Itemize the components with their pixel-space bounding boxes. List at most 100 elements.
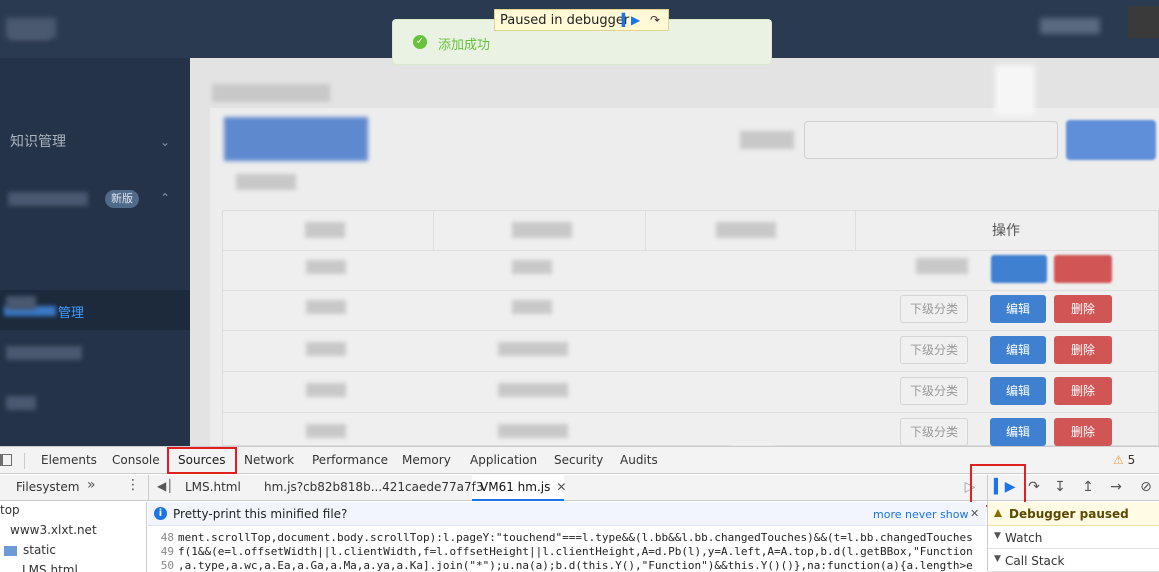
- tab-network[interactable]: Network: [244, 453, 294, 467]
- file-tab-lms[interactable]: LMS.html: [185, 480, 241, 494]
- sidebar-blurred-text[interactable]: [6, 296, 36, 310]
- code-text: ,a.type,a.wc,a.Ea,a.Ga,a.Ma,a.ya,a.Ka].j…: [178, 559, 973, 572]
- file-tab-label: VM61 hm.js: [480, 480, 551, 494]
- delete-button[interactable]: 删除: [1054, 377, 1112, 405]
- paused-banner-text: Paused in debugger: [500, 13, 630, 28]
- search-input[interactable]: [804, 121, 1058, 159]
- file-tab-hm[interactable]: hm.js?cb82b818b...421caede77a7f3: [264, 480, 484, 494]
- tree-item-label: static: [23, 543, 56, 557]
- step-over-icon[interactable]: ↷: [1024, 479, 1044, 495]
- delete-button[interactable]: 删除: [1054, 418, 1112, 446]
- sidebar-blurred-text: [8, 192, 88, 206]
- code-line: 49 f(1&&(e=l.offsetWidth||l.clientWidth,f…: [148, 545, 973, 559]
- step-icon[interactable]: →: [1106, 479, 1126, 495]
- edit-button[interactable]: 编辑: [990, 336, 1046, 364]
- check-circle-icon: ✓: [413, 35, 427, 49]
- sub-category-button[interactable]: 下级分类: [900, 418, 968, 446]
- table-cell: [498, 342, 568, 356]
- table-row-divider: [222, 412, 1159, 413]
- device-toggle-icon[interactable]: [0, 454, 12, 466]
- tree-item[interactable]: LMS.html: [22, 560, 78, 572]
- username-blurred[interactable]: [1040, 18, 1100, 34]
- sub-category-button[interactable]: 下级分类: [900, 295, 968, 323]
- table-header-cell: [305, 222, 345, 238]
- step-out-icon[interactable]: ↥: [1078, 479, 1098, 495]
- blur-artifact: [995, 65, 1035, 115]
- tab-elements[interactable]: Elements: [41, 453, 97, 467]
- tab-memory[interactable]: Memory: [402, 453, 451, 467]
- add-category-button[interactable]: [224, 117, 368, 161]
- tree-item-label: top: [0, 503, 20, 517]
- caret-down-icon: ▼: [994, 554, 1001, 564]
- column-divider: [433, 210, 434, 250]
- chevron-down-icon: ⌄: [159, 135, 170, 149]
- edit-button[interactable]: 编辑: [990, 377, 1046, 405]
- deactivate-breakpoints-icon[interactable]: ⊘: [1136, 479, 1156, 495]
- step-over-icon[interactable]: ↷: [645, 11, 665, 29]
- file-tab-vm61[interactable]: VM61 hm.js ✕: [480, 480, 566, 494]
- code-editor[interactable]: i Pretty-print this minified file? more …: [148, 502, 986, 572]
- toggle-navigator-icon[interactable]: ◀│: [157, 479, 173, 493]
- tab-console[interactable]: Console: [112, 453, 160, 467]
- sources-highlight: [167, 447, 237, 474]
- close-icon[interactable]: ✕: [970, 507, 979, 520]
- paused-in-debugger-banner: Paused in debugger ▍▶ ↷: [494, 9, 669, 31]
- table-header-operations: 操作: [992, 223, 1020, 239]
- sub-category-button[interactable]: [916, 258, 968, 274]
- table-cell: [306, 424, 346, 438]
- warning-icon: [994, 509, 1002, 517]
- line-number: 50: [160, 559, 174, 572]
- sidebar-item-group[interactable]: ⌃: [0, 178, 190, 218]
- filesystem-tab[interactable]: Filesystem: [16, 480, 79, 494]
- warning-count-value: 5: [1127, 453, 1136, 467]
- code-text: ment.scrollTop,document.body.scrollTop):…: [178, 531, 973, 544]
- warning-icon: ⚠: [1113, 453, 1124, 467]
- tab-application[interactable]: Application: [470, 453, 537, 467]
- warning-count[interactable]: ⚠ 5: [1113, 453, 1135, 467]
- call-stack-label: Call Stack: [1005, 554, 1065, 568]
- column-divider: [855, 210, 856, 250]
- breadcrumb: [212, 84, 330, 102]
- line-number: 48: [160, 531, 174, 544]
- pretty-print-links[interactable]: more never show: [873, 508, 968, 521]
- edit-button[interactable]: [991, 255, 1047, 283]
- edit-button[interactable]: 编辑: [990, 295, 1046, 323]
- table-row-divider: [222, 330, 1159, 331]
- tree-item[interactable]: static: [4, 540, 56, 560]
- table-row-divider: [222, 250, 1159, 251]
- table-row-divider: [222, 371, 1159, 372]
- caret-down-icon: ▼: [994, 531, 1001, 541]
- search-button[interactable]: [1066, 120, 1156, 160]
- avatar[interactable]: [1128, 6, 1159, 38]
- sidebar-blurred-text[interactable]: [6, 396, 36, 410]
- watch-section[interactable]: ▼ Watch: [988, 527, 1159, 549]
- step-into-icon[interactable]: ↧: [1050, 479, 1070, 495]
- sub-category-button[interactable]: 下级分类: [900, 377, 968, 405]
- sidebar-item-knowledge[interactable]: 知识管理 ⌄: [0, 122, 190, 162]
- tab-performance[interactable]: Performance: [312, 453, 388, 467]
- tab-audits[interactable]: Audits: [620, 453, 658, 467]
- tree-item-label: www3.xlxt.net: [10, 523, 97, 537]
- sidebar-blurred-text[interactable]: [6, 346, 82, 360]
- devtools-panel: Elements Console Sources Network Perform…: [0, 446, 1159, 572]
- code-line: 50 ,a.type,a.wc,a.Ea,a.Ga,a.Ma,a.ya,a.Ka]…: [148, 559, 973, 572]
- sub-category-button[interactable]: 下级分类: [900, 336, 968, 364]
- debugger-paused-label: Debugger paused: [1009, 507, 1129, 521]
- tree-item[interactable]: top: [0, 500, 20, 520]
- table-cell: [498, 383, 568, 397]
- delete-button[interactable]: 删除: [1054, 295, 1112, 323]
- resume-highlight: [970, 464, 1026, 507]
- call-stack-section[interactable]: ▼ Call Stack: [988, 550, 1159, 572]
- delete-button[interactable]: [1054, 255, 1112, 283]
- close-icon[interactable]: ✕: [556, 480, 566, 494]
- kebab-menu-icon[interactable]: ⋮: [126, 477, 140, 493]
- pretty-print-infobar: i Pretty-print this minified file? more …: [148, 502, 986, 526]
- chevron-up-icon: ⌃: [159, 191, 170, 205]
- table-cell: [498, 424, 568, 438]
- resume-icon[interactable]: ▍▶: [621, 11, 641, 29]
- more-tabs-icon[interactable]: »: [87, 477, 96, 493]
- edit-button[interactable]: 编辑: [990, 418, 1046, 446]
- tree-item[interactable]: www3.xlxt.net: [10, 520, 97, 540]
- tab-security[interactable]: Security: [554, 453, 603, 467]
- delete-button[interactable]: 删除: [1054, 336, 1112, 364]
